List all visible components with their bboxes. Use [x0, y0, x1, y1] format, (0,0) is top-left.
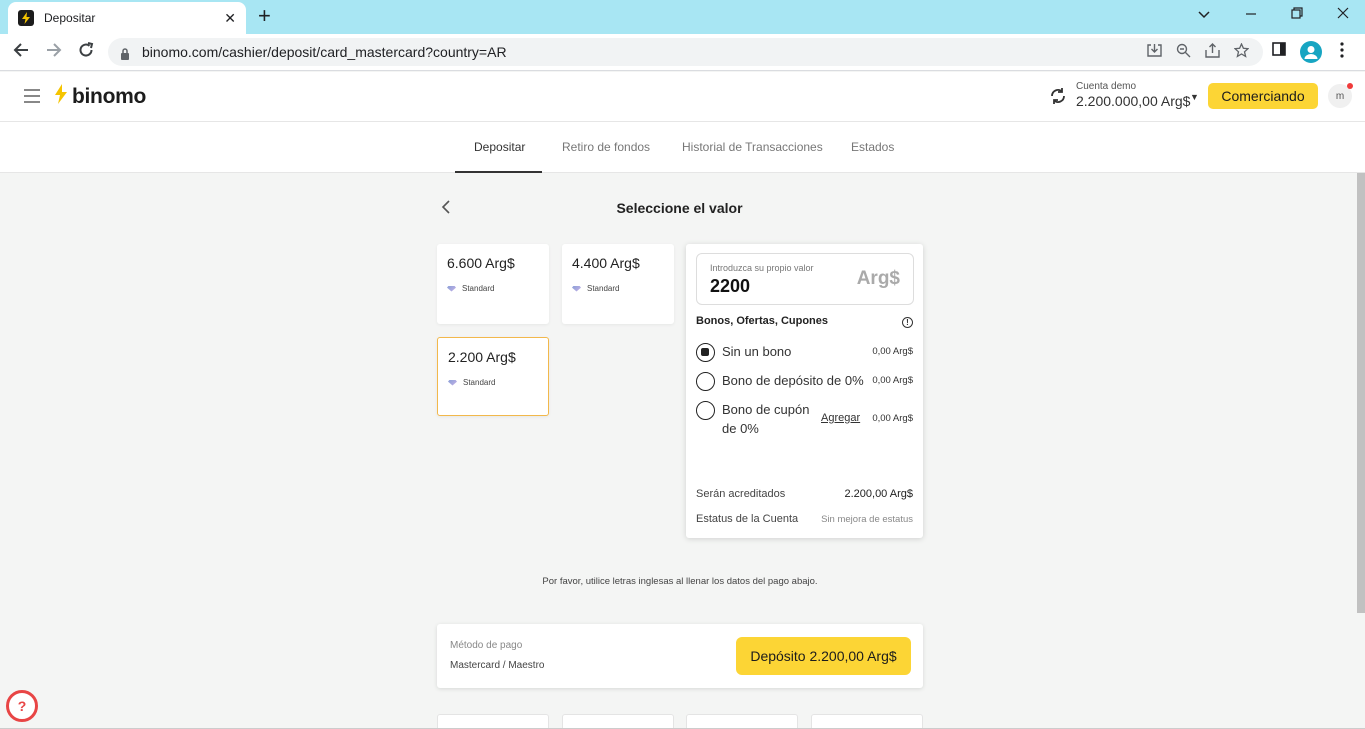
account-type-label: Cuenta demo: [1076, 81, 1137, 92]
option-label: Bono de depósito de 0%: [722, 373, 864, 388]
payment-method-label: Método de pago: [450, 640, 523, 651]
payment-method-value[interactable]: Mastercard / Maestro: [450, 660, 544, 671]
amount-option-card-selected[interactable]: 2.200 Arg$ Standard: [437, 337, 549, 416]
account-balance[interactable]: 2.200.000,00 Arg$: [1076, 93, 1190, 109]
account-switch-icon[interactable]: [1048, 86, 1068, 112]
amount-tag-label: Standard: [587, 284, 620, 293]
amount-tag-label: Standard: [462, 284, 495, 293]
tab-statuses[interactable]: Estados: [851, 140, 894, 154]
status-value: Sin mejora de estatus: [821, 514, 913, 525]
zoom-icon[interactable]: [1176, 43, 1191, 62]
info-icon[interactable]: !: [902, 317, 913, 328]
browser-toolbar: binomo.com/cashier/deposit/card_masterca…: [0, 34, 1365, 71]
logo-text: binomo: [72, 85, 147, 108]
tab-title: Depositar: [44, 11, 96, 25]
add-coupon-link[interactable]: Agregar: [821, 412, 860, 424]
profile-icon[interactable]: [1300, 41, 1322, 63]
browser-menu-icon[interactable]: [1340, 42, 1344, 63]
radio-coupon-bonus[interactable]: [696, 401, 715, 420]
option-label: Bono de cupón: [722, 402, 810, 417]
amount-value: 6.600 Arg$: [447, 255, 515, 271]
install-icon[interactable]: [1147, 43, 1162, 62]
browser-tab[interactable]: Depositar ✕: [8, 2, 246, 34]
bolt-icon: [54, 84, 68, 110]
amount-tag: Standard: [448, 378, 538, 387]
page-title-text: Seleccione el valor: [616, 200, 743, 216]
browser-tab-bar: Depositar ✕ +: [0, 0, 1365, 34]
custom-value-field[interactable]: Introduzca su propio valor Arg$: [696, 253, 914, 305]
url-text: binomo.com/cashier/deposit/card_masterca…: [142, 44, 507, 60]
binomo-favicon-icon: [18, 10, 34, 26]
share-icon[interactable]: [1205, 43, 1220, 62]
radio-no-bonus[interactable]: [696, 343, 715, 362]
payment-option-card[interactable]: [686, 714, 798, 729]
amount-tag: Standard: [447, 284, 539, 293]
payment-method-box: Método de pago Mastercard / Maestro Depó…: [437, 624, 923, 688]
option-amount: 0,00 Arg$: [872, 346, 913, 357]
active-tab-indicator: [455, 171, 542, 173]
amount-value: 2.200 Arg$: [448, 349, 516, 365]
tab-search-icon[interactable]: [1198, 6, 1210, 23]
page-title: Seleccione el valor: [0, 200, 1365, 216]
payment-option-card[interactable]: [811, 714, 923, 729]
custom-value-label: Introduzca su propio valor: [710, 263, 814, 273]
option-amount: 0,00 Arg$: [872, 413, 913, 424]
radio-deposit-bonus[interactable]: [696, 372, 715, 391]
payment-option-card[interactable]: [562, 714, 674, 729]
binomo-logo[interactable]: binomo: [54, 84, 146, 110]
back-icon[interactable]: [13, 42, 29, 61]
tab-deposit[interactable]: Depositar: [474, 140, 525, 154]
notification-dot: [1347, 83, 1353, 89]
reload-icon[interactable]: [78, 42, 94, 61]
minimize-icon[interactable]: [1245, 6, 1257, 23]
amount-option-card[interactable]: 6.600 Arg$ Standard: [437, 244, 549, 324]
hamburger-menu-icon[interactable]: [24, 89, 40, 103]
option-label-line2: de 0%: [722, 421, 759, 436]
gem-icon: [447, 285, 456, 292]
close-window-icon[interactable]: [1337, 6, 1349, 23]
bonus-heading: Bonos, Ofertas, Cupones: [696, 315, 829, 327]
amount-value: 4.400 Arg$: [572, 255, 640, 271]
tab-close-icon[interactable]: ✕: [224, 10, 236, 27]
payment-option-card[interactable]: [437, 714, 549, 729]
currency-label: Arg$: [856, 268, 900, 289]
amount-option-card[interactable]: 4.400 Arg$ Standard: [562, 244, 674, 324]
credited-label: Serán acreditados: [696, 488, 786, 500]
gem-icon: [448, 379, 457, 386]
credited-value: 2.200,00 Arg$: [844, 488, 913, 500]
lock-icon: [120, 47, 130, 60]
bonus-panel: Introduzca su propio valor Arg$ Bonos, O…: [686, 244, 923, 538]
option-label: Sin un bono: [722, 344, 792, 359]
bookmark-star-icon[interactable]: [1233, 42, 1250, 62]
site-header: binomo Cuenta demo 2.200.000,00 Arg$ ▼ C…: [0, 72, 1365, 122]
account-caret-down-icon[interactable]: ▼: [1190, 92, 1199, 102]
status-label: Estatus de la Cuenta: [696, 513, 799, 525]
deposit-button[interactable]: Depósito 2.200,00 Arg$: [736, 637, 911, 675]
tab-transaction-history[interactable]: Historial de Transacciones: [682, 140, 823, 154]
trade-button[interactable]: Comerciando: [1208, 83, 1318, 109]
page-scrollbar[interactable]: [1357, 173, 1365, 613]
side-panel-icon[interactable]: [1272, 42, 1286, 61]
amount-tag-label: Standard: [463, 378, 496, 387]
forward-icon[interactable]: [46, 42, 62, 61]
restore-icon[interactable]: [1291, 6, 1303, 23]
help-question-icon[interactable]: ?: [6, 690, 38, 722]
address-bar[interactable]: binomo.com/cashier/deposit/card_masterca…: [108, 38, 1263, 66]
english-letters-notice: Por favor, utilice letras inglesas al ll…: [542, 576, 818, 587]
new-tab-icon[interactable]: +: [258, 5, 271, 27]
tab-withdrawal[interactable]: Retiro de fondos: [562, 140, 650, 154]
option-amount: 0,00 Arg$: [872, 375, 913, 386]
gem-icon: [572, 285, 581, 292]
cashier-tabs: Depositar Retiro de fondos Historial de …: [0, 122, 1365, 173]
amount-tag: Standard: [572, 284, 664, 293]
custom-value-input[interactable]: [710, 276, 830, 297]
